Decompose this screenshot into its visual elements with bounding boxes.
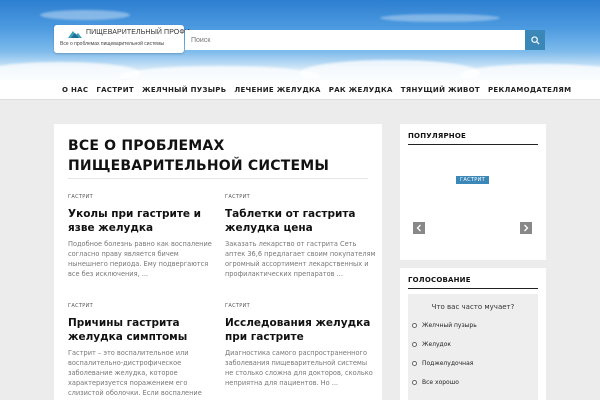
search-button[interactable] xyxy=(525,30,545,50)
cloud-decoration xyxy=(380,14,500,22)
widget-title: ГОЛОСОВАНИЕ xyxy=(408,276,471,284)
article-category[interactable]: ГАСТРИТ xyxy=(68,303,220,309)
search-icon xyxy=(530,35,540,45)
article-title[interactable]: Таблетки от гастрита желудка цена xyxy=(225,207,377,235)
chevron-right-icon xyxy=(524,224,529,232)
article-title[interactable]: Причины гастрита желудка симптомы xyxy=(68,316,220,344)
cloud-decoration xyxy=(0,62,140,80)
article-category[interactable]: ГАСТРИТ xyxy=(225,194,377,200)
divider xyxy=(68,178,368,179)
nav-item-gallbladder[interactable]: ЖЕЛЧНЫЙ ПУЗЫРЬ xyxy=(142,86,226,94)
article-excerpt: Заказать лекарство от гастрита Сеть апте… xyxy=(225,240,376,278)
article-excerpt: Диагностика самого распространенного заб… xyxy=(225,349,373,387)
category-badge[interactable]: ГАСТРИТ xyxy=(456,176,489,184)
poll-option-label: Желчный пузырь xyxy=(422,322,477,329)
logo-subtitle: Все о проблемах пищеварительной системы xyxy=(60,41,165,47)
cloud-decoration xyxy=(40,10,130,20)
cloud-decoration xyxy=(120,66,320,80)
poll-option-label: Все хорошо xyxy=(422,379,459,386)
search-input[interactable] xyxy=(185,30,525,50)
nav-item-about[interactable]: О НАС xyxy=(62,86,88,94)
poll-option[interactable]: Поджелудочная xyxy=(412,360,473,367)
cloud-decoration xyxy=(300,60,480,80)
poll-form: Что вас часто мучает? Желчный пузырь Жел… xyxy=(408,294,538,400)
article-title[interactable]: Уколы при гастрите и язве желудка xyxy=(68,207,220,235)
poll-option[interactable]: Все хорошо xyxy=(412,379,459,386)
nav-item-gastritis[interactable]: ГАСТРИТ xyxy=(96,86,134,94)
poll-option[interactable]: Желчный пузырь xyxy=(412,322,477,329)
nav-item-pulling-belly[interactable]: ТЯНУЩИЙ ЖИВОТ xyxy=(401,86,480,94)
divider xyxy=(408,288,538,289)
poll-widget: ГОЛОСОВАНИЕ Что вас часто мучает? Желчны… xyxy=(400,268,546,400)
site-logo[interactable]: ПИЩЕВАРИТЕЛЬНЫЙ ПРОФИ Все о проблемах пи… xyxy=(54,25,190,53)
radio-button[interactable] xyxy=(412,323,417,328)
article-category[interactable]: ГАСТРИТ xyxy=(68,194,220,200)
widget-title: ПОПУЛЯРНОЕ xyxy=(408,132,466,140)
carousel-next-button[interactable] xyxy=(520,222,532,234)
radio-button[interactable] xyxy=(412,342,417,347)
article-title[interactable]: Исследования желудка при гастрите xyxy=(225,316,377,344)
main-nav: О НАС ГАСТРИТ ЖЕЛЧНЫЙ ПУЗЫРЬ ЛЕЧЕНИЕ ЖЕЛ… xyxy=(0,80,600,100)
popular-widget: ПОПУЛЯРНОЕ ГАСТРИТ xyxy=(400,124,546,260)
page-title: ВСЕ О ПРОБЛЕМАХ ПИЩЕВАРИТЕЛЬНОЙ СИСТЕМЫ xyxy=(68,138,330,174)
article-category[interactable]: ГАСТРИТ xyxy=(225,303,377,309)
divider xyxy=(408,144,538,145)
article-card: ГАСТРИТ Уколы при гастрите и язве желудк… xyxy=(68,194,220,279)
radio-button[interactable] xyxy=(412,361,417,366)
article-card: ГАСТРИТ Таблетки от гастрита желудка цен… xyxy=(225,194,377,279)
poll-option-label: Поджелудочная xyxy=(422,360,474,367)
site-header: ПИЩЕВАРИТЕЛЬНЫЙ ПРОФИ Все о проблемах пи… xyxy=(0,0,600,80)
article-excerpt: Гастрит – это воспалительное или воспали… xyxy=(68,349,202,400)
poll-question: Что вас часто мучает? xyxy=(431,303,515,311)
nav-item-stomach-cancer[interactable]: РАК ЖЕЛУДКА xyxy=(329,86,393,94)
radio-button[interactable] xyxy=(412,380,417,385)
main-content: ВСЕ О ПРОБЛЕМАХ ПИЩЕВАРИТЕЛЬНОЙ СИСТЕМЫ … xyxy=(54,124,382,400)
article-excerpt: Подобное болезнь равно как воспаление со… xyxy=(68,240,212,278)
nav-item-stomach-treatment[interactable]: ЛЕЧЕНИЕ ЖЕЛУДКА xyxy=(234,86,320,94)
logo-title: ПИЩЕВАРИТЕЛЬНЫЙ ПРОФИ xyxy=(86,29,190,36)
chevron-left-icon xyxy=(416,224,421,232)
carousel-prev-button[interactable] xyxy=(413,222,425,234)
poll-option-label: Желудок xyxy=(422,341,451,348)
poll-option[interactable]: Желудок xyxy=(412,341,451,348)
nav-item-advertisers[interactable]: РЕКЛАМОДАТЕЛЯМ xyxy=(488,86,571,94)
article-card: ГАСТРИТ Причины гастрита желудка симптом… xyxy=(68,303,220,400)
cloud-decoration xyxy=(460,64,600,80)
article-card: ГАСТРИТ Исследования желудка при гастрит… xyxy=(225,303,377,388)
mountain-logo-icon xyxy=(68,31,82,38)
